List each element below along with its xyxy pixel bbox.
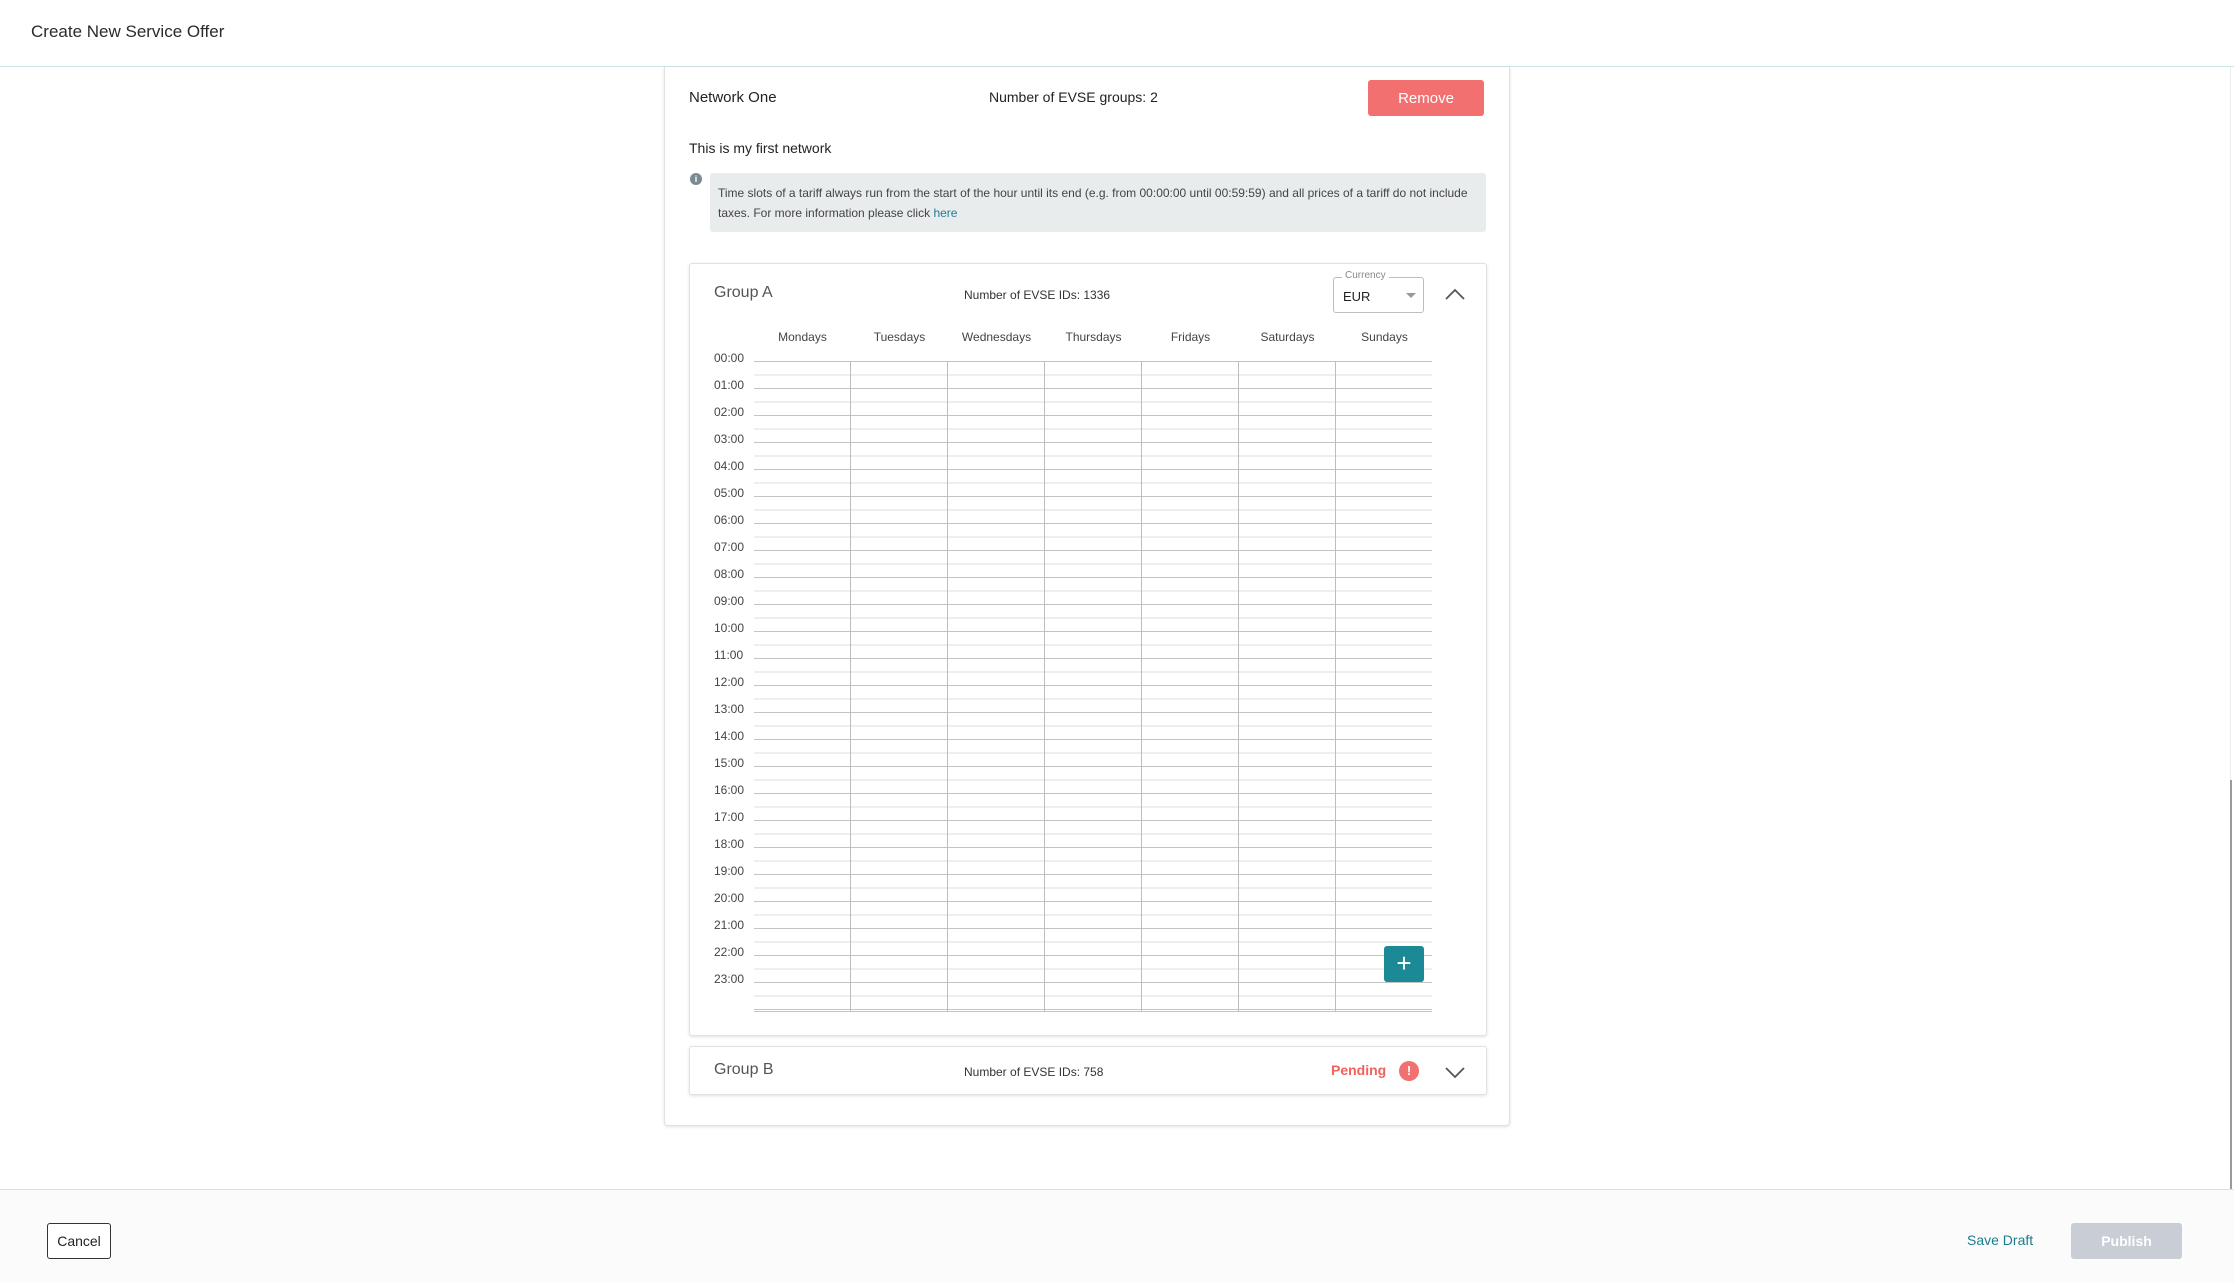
group-a-card: Group A Number of EVSE IDs: 1336 Currenc…	[689, 263, 1487, 1036]
hour-label: 02:00	[714, 405, 745, 419]
more-info-link[interactable]: here	[933, 206, 957, 220]
page-footer: Cancel Save Draft Publish	[0, 1189, 2234, 1283]
currency-select[interactable]: Currency EUR	[1333, 270, 1424, 313]
hour-label: 06:00	[714, 513, 745, 527]
hour-label: 14:00	[714, 729, 745, 743]
hour-label: 00:00	[714, 351, 745, 365]
day-label: Mondays	[778, 330, 827, 344]
hour-label: 13:00	[714, 702, 745, 716]
day-label: Fridays	[1170, 330, 1211, 344]
cancel-button[interactable]: Cancel	[47, 1223, 111, 1259]
hour-label: 21:00	[714, 918, 745, 932]
hour-label: 12:00	[714, 675, 745, 689]
hour-label: 09:00	[714, 594, 745, 608]
hour-label: 03:00	[714, 432, 745, 446]
hour-label: 11:00	[714, 648, 744, 662]
hour-label: 08:00	[714, 567, 745, 581]
chevron-up-icon[interactable]	[1443, 283, 1467, 307]
hour-label: 22:00	[714, 945, 745, 959]
day-label: Wednesdays	[961, 330, 1032, 344]
caret-down-icon	[1406, 293, 1416, 298]
remove-network-button[interactable]: Remove	[1368, 80, 1484, 116]
network-name: Network One	[689, 89, 777, 106]
group-a-title: Group A	[714, 284, 773, 301]
status-badge: Pending	[1331, 1062, 1387, 1078]
tariff-schedule-grid[interactable]	[754, 361, 1432, 1012]
day-label: Thursdays	[1065, 330, 1122, 344]
tariff-info-box: Time slots of a tariff always run from t…	[710, 173, 1486, 232]
hour-label: 23:00	[714, 972, 745, 986]
hour-label: 04:00	[714, 459, 745, 473]
group-b-title: Group B	[714, 1061, 774, 1078]
hour-label: 07:00	[714, 540, 745, 554]
hour-label: 18:00	[714, 837, 745, 851]
page-header: Create New Service Offer	[0, 0, 2234, 67]
evse-groups-count: Number of EVSE groups: 2	[989, 89, 1158, 105]
hour-label: 15:00	[714, 756, 745, 770]
hour-label: 20:00	[714, 891, 745, 905]
add-time-slot-button[interactable]: +	[1384, 946, 1424, 982]
group-b-evse-count: Number of EVSE IDs: 758	[964, 1065, 1104, 1079]
publish-button[interactable]: Publish	[2071, 1223, 2182, 1259]
hour-label: 05:00	[714, 486, 745, 500]
warning-icon: !	[1399, 1061, 1419, 1081]
info-icon: i	[690, 173, 702, 185]
day-label: Saturdays	[1260, 330, 1315, 344]
day-label: Tuesdays	[873, 330, 926, 344]
hour-label: 01:00	[714, 378, 745, 392]
hour-label: 17:00	[714, 810, 745, 824]
currency-value: EUR	[1343, 289, 1371, 304]
group-a-evse-count: Number of EVSE IDs: 1336	[964, 288, 1111, 302]
chevron-down-icon[interactable]	[1443, 1060, 1467, 1084]
network-card: Network One Number of EVSE groups: 2 Rem…	[664, 67, 1510, 1126]
group-b-card[interactable]: Group B Number of EVSE IDs: 758 Pending …	[689, 1046, 1487, 1095]
page-title: Create New Service Offer	[31, 22, 225, 41]
day-label: Sundays	[1361, 330, 1408, 344]
hour-label: 19:00	[714, 864, 745, 878]
network-description: This is my first network	[689, 140, 832, 156]
tariff-info-text: Time slots of a tariff always run from t…	[718, 186, 1468, 220]
hour-label: 16:00	[714, 783, 745, 797]
save-draft-button[interactable]: Save Draft	[1967, 1232, 2033, 1248]
scrollbar-thumb[interactable]	[2230, 780, 2232, 1190]
hour-label: 10:00	[714, 621, 745, 635]
currency-label: Currency	[1342, 270, 1389, 281]
